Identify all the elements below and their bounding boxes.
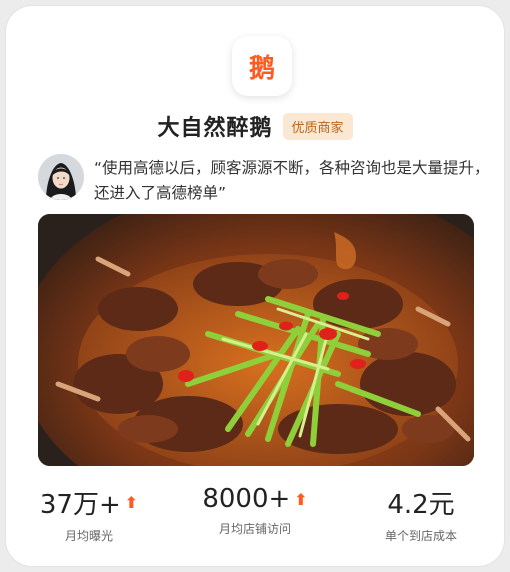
up-arrow-icon: ⬆ (124, 493, 139, 512)
stat-monthly-store-visits: 8000+ ⬆ 月均店铺访问 (172, 484, 338, 544)
stat-value: 37万+ (39, 490, 121, 520)
stat-cost-per-visit: 4.2元 单个到店成本 (338, 484, 504, 544)
merchant-case-card: 鹅 大自然醉鹅 优质商家 “使用高德以后，顾客源源不断，各种咨询也是大量提升，还… (6, 6, 504, 566)
avatar-portrait (38, 154, 84, 200)
stat-label: 月均店铺访问 (218, 522, 291, 536)
stat-label: 单个到店成本 (384, 529, 457, 543)
stat-value: 8000+ (202, 484, 291, 514)
avatar (38, 154, 84, 200)
dish-photo (38, 214, 474, 466)
braised-goose-image (38, 214, 474, 466)
shop-logo-char: 鹅 (248, 53, 275, 84)
shop-name: 大自然醉鹅 (157, 116, 273, 141)
stat-label: 月均曝光 (64, 529, 113, 543)
testimonial-quote: “使用高德以后，顾客源源不断，各种咨询也是大量提升，还进入了高德榜单” (94, 159, 490, 202)
stat-monthly-exposure: 37万+ ⬆ 月均曝光 (6, 484, 172, 544)
quality-merchant-badge: 优质商家 (282, 112, 353, 140)
up-arrow-icon: ⬆ (294, 489, 308, 509)
shop-name-row: 大自然醉鹅 优质商家 (6, 110, 504, 142)
shop-logo: 鹅 (232, 36, 292, 96)
stat-value: 4.2元 (387, 490, 455, 520)
stats-row: 37万+ ⬆ 月均曝光 8000+ ⬆ 月均店铺访问 4.2元 单个到店成本 (6, 484, 504, 544)
